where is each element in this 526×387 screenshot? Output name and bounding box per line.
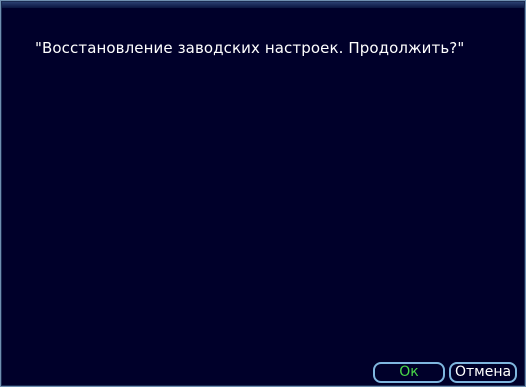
confirm-message: "Восстановление заводских настроек. Прод… (35, 39, 465, 57)
confirm-dialog: "Восстановление заводских настроек. Прод… (0, 0, 526, 387)
ok-button[interactable]: Ок (373, 362, 445, 383)
cancel-button[interactable]: Отмена (449, 362, 517, 383)
dialog-title-strip (2, 2, 524, 8)
